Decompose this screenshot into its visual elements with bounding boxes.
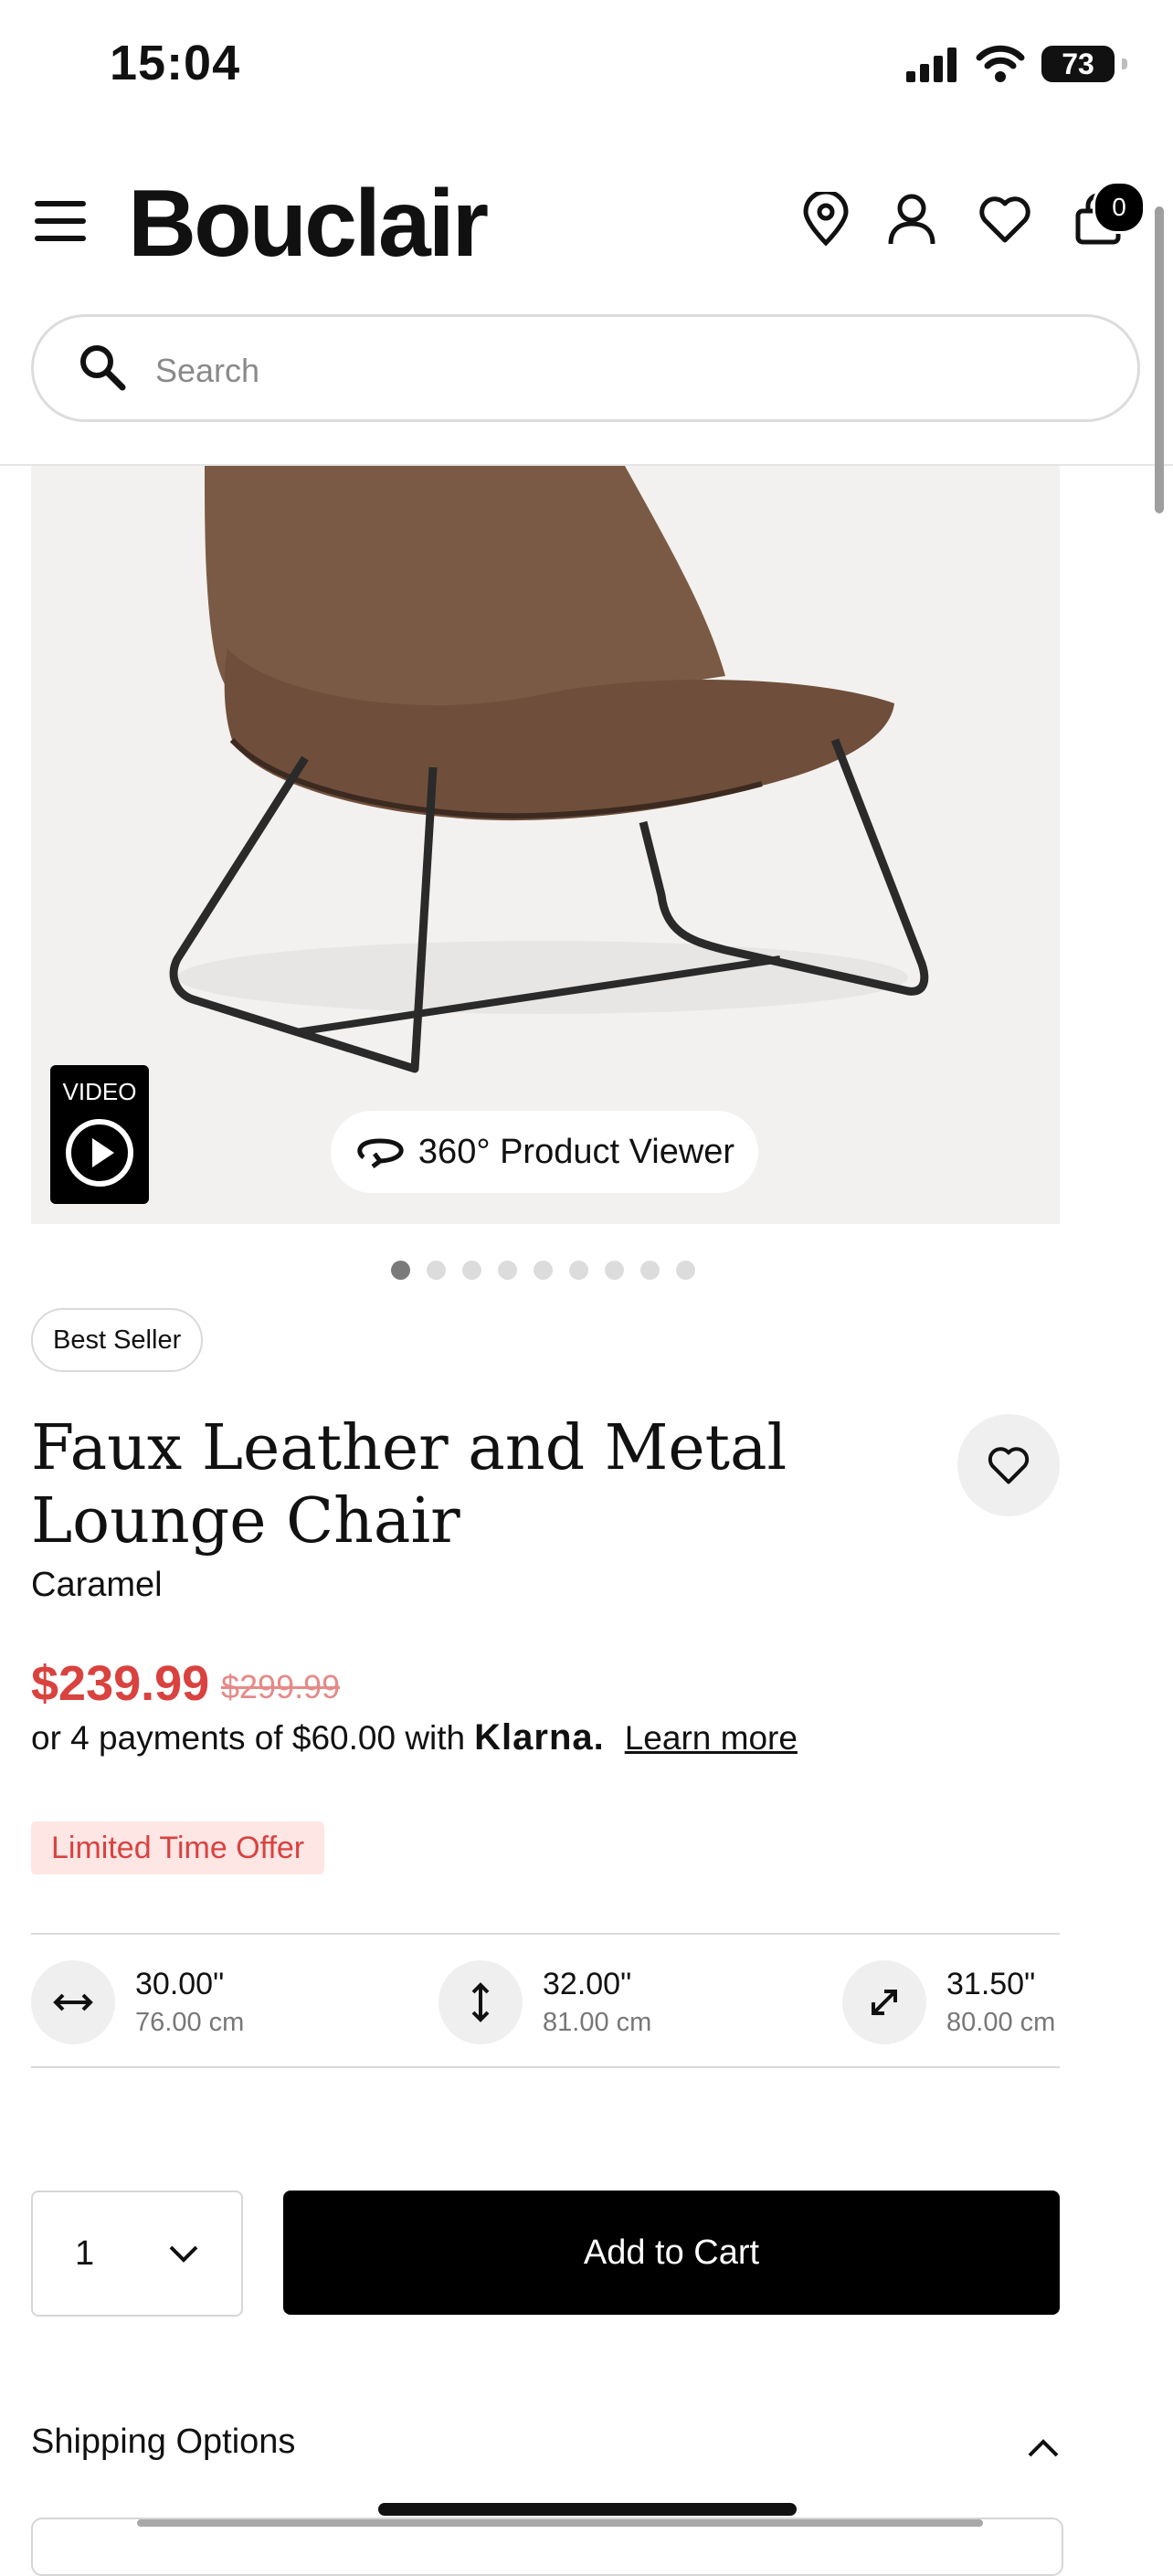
product-color: Caramel [31,1566,163,1604]
limited-offer-badge: Limited Time Offer [31,1821,325,1874]
depth-inches: 31.50" [946,1967,1036,2001]
shipping-options-header[interactable]: Shipping Options [31,2423,295,2462]
horizontal-scrollbar [137,2519,983,2527]
page-scrollbar[interactable] [1155,206,1164,513]
sale-price: $239.99 [31,1656,210,1711]
video-label: VIDEO [62,1078,137,1105]
carousel-dot[interactable] [605,1261,624,1280]
wishlist-icon[interactable] [976,190,1034,248]
quantity-select[interactable]: 1 [31,2191,243,2317]
carousel-dot[interactable] [391,1261,410,1280]
store-locator-icon[interactable] [797,190,855,248]
height-arrows-icon [471,1982,490,2022]
carousel-dot[interactable] [498,1261,517,1280]
status-icons: 73 [906,42,1127,86]
carousel-dot[interactable] [569,1261,588,1280]
brand-logo[interactable]: Bouclair [128,170,489,279]
360-viewer-label: 360° Product Viewer [417,1132,735,1171]
chevron-down-icon [169,2245,198,2263]
quantity-value: 1 [75,2233,95,2273]
rotate-360-icon [357,1138,404,1168]
original-price: $299.99 [221,1668,341,1705]
carousel-dots [391,1261,695,1280]
carousel-dot[interactable] [534,1261,553,1280]
carousel-dot[interactable] [676,1261,695,1280]
learn-more-link[interactable]: Learn more [625,1719,798,1758]
play-icon [66,1119,133,1187]
carousel-dot[interactable] [427,1261,446,1280]
best-seller-badge: Best Seller [31,1308,204,1372]
dimension-width: 30.00" 76.00 cm [31,1960,244,2044]
menu-icon[interactable] [35,201,86,241]
dimensions-top-divider [31,1933,1060,1935]
add-to-wishlist-button[interactable] [957,1414,1060,1516]
height-inches: 32.00" [543,1967,632,2001]
search-icon [77,342,128,397]
cart-count-badge: 0 [1093,181,1146,234]
search-input[interactable] [153,338,1071,404]
dimension-height: 32.00" 81.00 cm [439,1960,651,2044]
width-inches: 30.00" [135,1967,225,2001]
product-title: Faux Leather and Metal Lounge Chair [31,1412,787,1557]
wifi-icon [976,45,1025,82]
home-indicator [378,2503,797,2516]
account-icon[interactable] [882,190,941,248]
depth-cm: 80.00 cm [946,2008,1056,2037]
payments-text: or 4 payments of $60.00 with [31,1719,466,1757]
dimension-depth: 31.50" 80.00 cm [842,1960,1055,2044]
dimensions-bottom-divider [31,2066,1060,2068]
carousel-dot[interactable] [462,1261,481,1280]
signal-icon [906,48,956,82]
chevron-up-icon[interactable] [1027,2437,1060,2459]
battery-icon: 73 [1041,46,1127,82]
depth-arrows-icon [872,1990,897,2015]
klarna-payments: or 4 payments of $60.00 with Klarna. Lea… [31,1717,798,1758]
360-viewer-button[interactable]: 360° Product Viewer [331,1111,758,1193]
width-cm: 76.00 cm [135,2008,245,2037]
width-arrows-icon [53,1993,93,2011]
carousel-dot[interactable] [640,1261,660,1280]
status-time: 15:04 [110,36,241,90]
add-to-cart-button[interactable]: Add to Cart [283,2191,1060,2315]
video-button[interactable]: VIDEO [50,1065,149,1204]
heart-icon [988,1447,1030,1484]
klarna-logo: Klarna. [474,1717,605,1758]
height-cm: 81.00 cm [543,2008,652,2037]
